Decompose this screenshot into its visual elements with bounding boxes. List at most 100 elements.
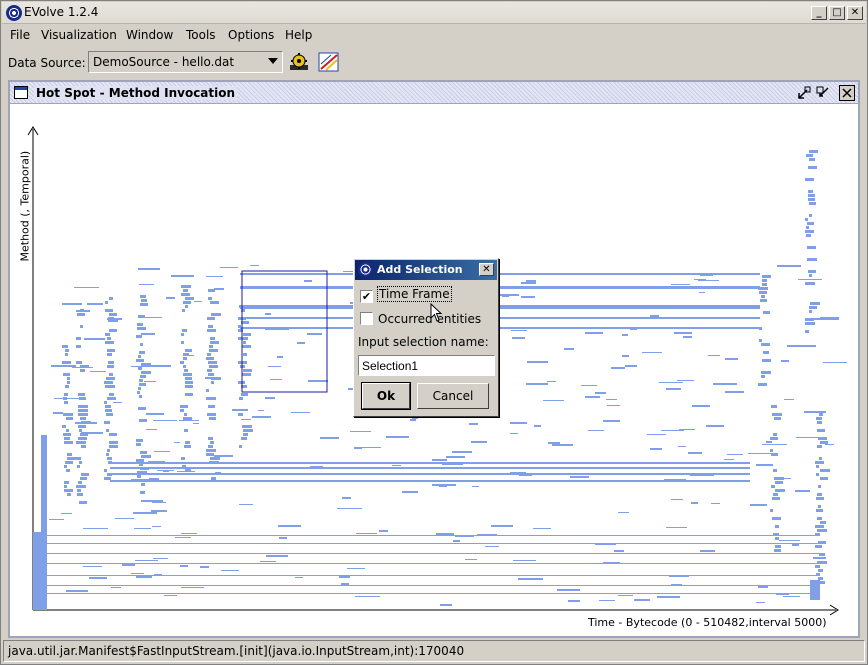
plot-mark xyxy=(304,280,312,282)
plot-mark xyxy=(40,593,820,594)
plot-mark xyxy=(775,545,781,548)
plot-mark xyxy=(185,377,192,380)
plot-mark xyxy=(341,583,349,585)
plot-mark xyxy=(758,383,767,386)
menu-window[interactable]: Window xyxy=(126,28,173,42)
plot-mark xyxy=(683,336,692,338)
plot-mark xyxy=(519,475,532,476)
plot-mark xyxy=(185,305,188,308)
plot-mark xyxy=(139,383,146,386)
plot-mark xyxy=(818,541,826,544)
plot-mark xyxy=(776,594,789,595)
plot-mark xyxy=(817,429,825,432)
menu-visualization[interactable]: Visualization xyxy=(41,28,117,42)
plot-mark xyxy=(240,317,760,319)
plot-mark xyxy=(521,296,535,298)
maximize-button[interactable]: □ xyxy=(829,6,845,20)
menu-tools[interactable]: Tools xyxy=(186,28,216,42)
menu-file[interactable]: File xyxy=(10,28,30,42)
plot-mark xyxy=(108,361,114,364)
plot-mark xyxy=(64,393,68,396)
plot-mark xyxy=(805,282,815,285)
plot-mark xyxy=(657,596,680,598)
plot-mark xyxy=(77,313,85,316)
plot-mark xyxy=(62,361,71,364)
plot-mark xyxy=(135,560,158,561)
plot-mark xyxy=(141,299,147,302)
data-source-value: DemoSource - hello.dat xyxy=(93,55,235,69)
plot-mark xyxy=(107,449,110,452)
close-button[interactable]: ✕ xyxy=(847,6,863,20)
plot-mark xyxy=(772,497,780,500)
plot-mark xyxy=(355,596,380,597)
plot-mark xyxy=(471,441,487,443)
y-axis-label: Method (, Temporal) xyxy=(18,150,32,262)
plot-mark xyxy=(770,437,778,440)
ok-button[interactable]: Ok xyxy=(361,382,411,410)
dialog-close-button[interactable]: ✕ xyxy=(479,263,494,276)
plot-mark xyxy=(774,477,784,480)
configure-button[interactable] xyxy=(287,51,311,73)
plot-mark xyxy=(761,295,765,298)
plot-mark xyxy=(711,503,720,504)
plot-mark xyxy=(183,357,187,360)
plot-mark xyxy=(815,545,822,548)
frame-title-bar[interactable]: Hot Spot - Method Invocation xyxy=(10,82,858,104)
plot-mark xyxy=(607,405,620,406)
plot-mark xyxy=(77,489,81,492)
plot-mark xyxy=(77,465,80,468)
plot-mark xyxy=(106,453,109,456)
plot-mark xyxy=(784,478,791,479)
plot-mark xyxy=(666,388,681,390)
plot-mark xyxy=(779,540,800,541)
plot-mark xyxy=(163,470,169,472)
plot-mark xyxy=(90,371,106,372)
plot-mark xyxy=(814,318,839,320)
plot-mark xyxy=(771,485,775,488)
plot-mark xyxy=(207,369,212,372)
plot-mark xyxy=(813,557,826,559)
plot-mark xyxy=(669,575,689,577)
plot-mark xyxy=(54,398,79,399)
plot-mark xyxy=(307,333,322,335)
plot-mark xyxy=(818,505,821,508)
plot-mark xyxy=(772,517,781,520)
occurred-entities-checkbox[interactable]: Occurred entities xyxy=(360,312,481,326)
plot-mark xyxy=(277,356,283,358)
time-frame-checkbox[interactable]: ✔ Time Frame xyxy=(360,286,452,303)
data-source-select[interactable]: DemoSource - hello.dat xyxy=(88,51,283,73)
menu-help[interactable]: Help xyxy=(285,28,312,42)
plot-mark xyxy=(66,469,70,472)
status-text: java.util.jar.Manifest$FastInputStream.[… xyxy=(8,644,465,658)
cancel-button[interactable]: Cancel xyxy=(417,383,489,409)
plot-mark xyxy=(208,437,213,440)
plot-mark xyxy=(209,345,213,348)
plot-mark xyxy=(109,329,117,332)
restore-button[interactable] xyxy=(815,85,831,101)
plot-mark xyxy=(138,387,141,390)
frame-close-button[interactable] xyxy=(839,85,855,101)
mouse-cursor-icon xyxy=(430,303,443,322)
plot-mark xyxy=(762,444,787,445)
minimize-button[interactable]: _ xyxy=(811,6,827,20)
plot-mark xyxy=(109,445,118,448)
plot-mark xyxy=(699,292,705,293)
plot-mark xyxy=(136,468,158,469)
plot-mark xyxy=(581,385,597,386)
plot-mark xyxy=(756,464,773,466)
plot-mark xyxy=(805,322,815,325)
plot-mark xyxy=(527,361,548,363)
dialog-title-bar[interactable]: Add Selection ✕ xyxy=(355,260,497,280)
plot-mark xyxy=(208,325,213,328)
plot-mark xyxy=(809,214,812,217)
plot-mark xyxy=(194,301,202,302)
plot-mark xyxy=(770,449,773,452)
menu-options[interactable]: Options xyxy=(228,28,274,42)
plot-mark xyxy=(76,361,82,364)
draw-button[interactable] xyxy=(317,51,341,73)
plot-mark xyxy=(220,267,238,268)
selection-name-input[interactable] xyxy=(358,355,495,376)
iconify-button[interactable] xyxy=(796,85,812,101)
plot-mark xyxy=(215,472,221,474)
plot-mark xyxy=(770,509,773,512)
